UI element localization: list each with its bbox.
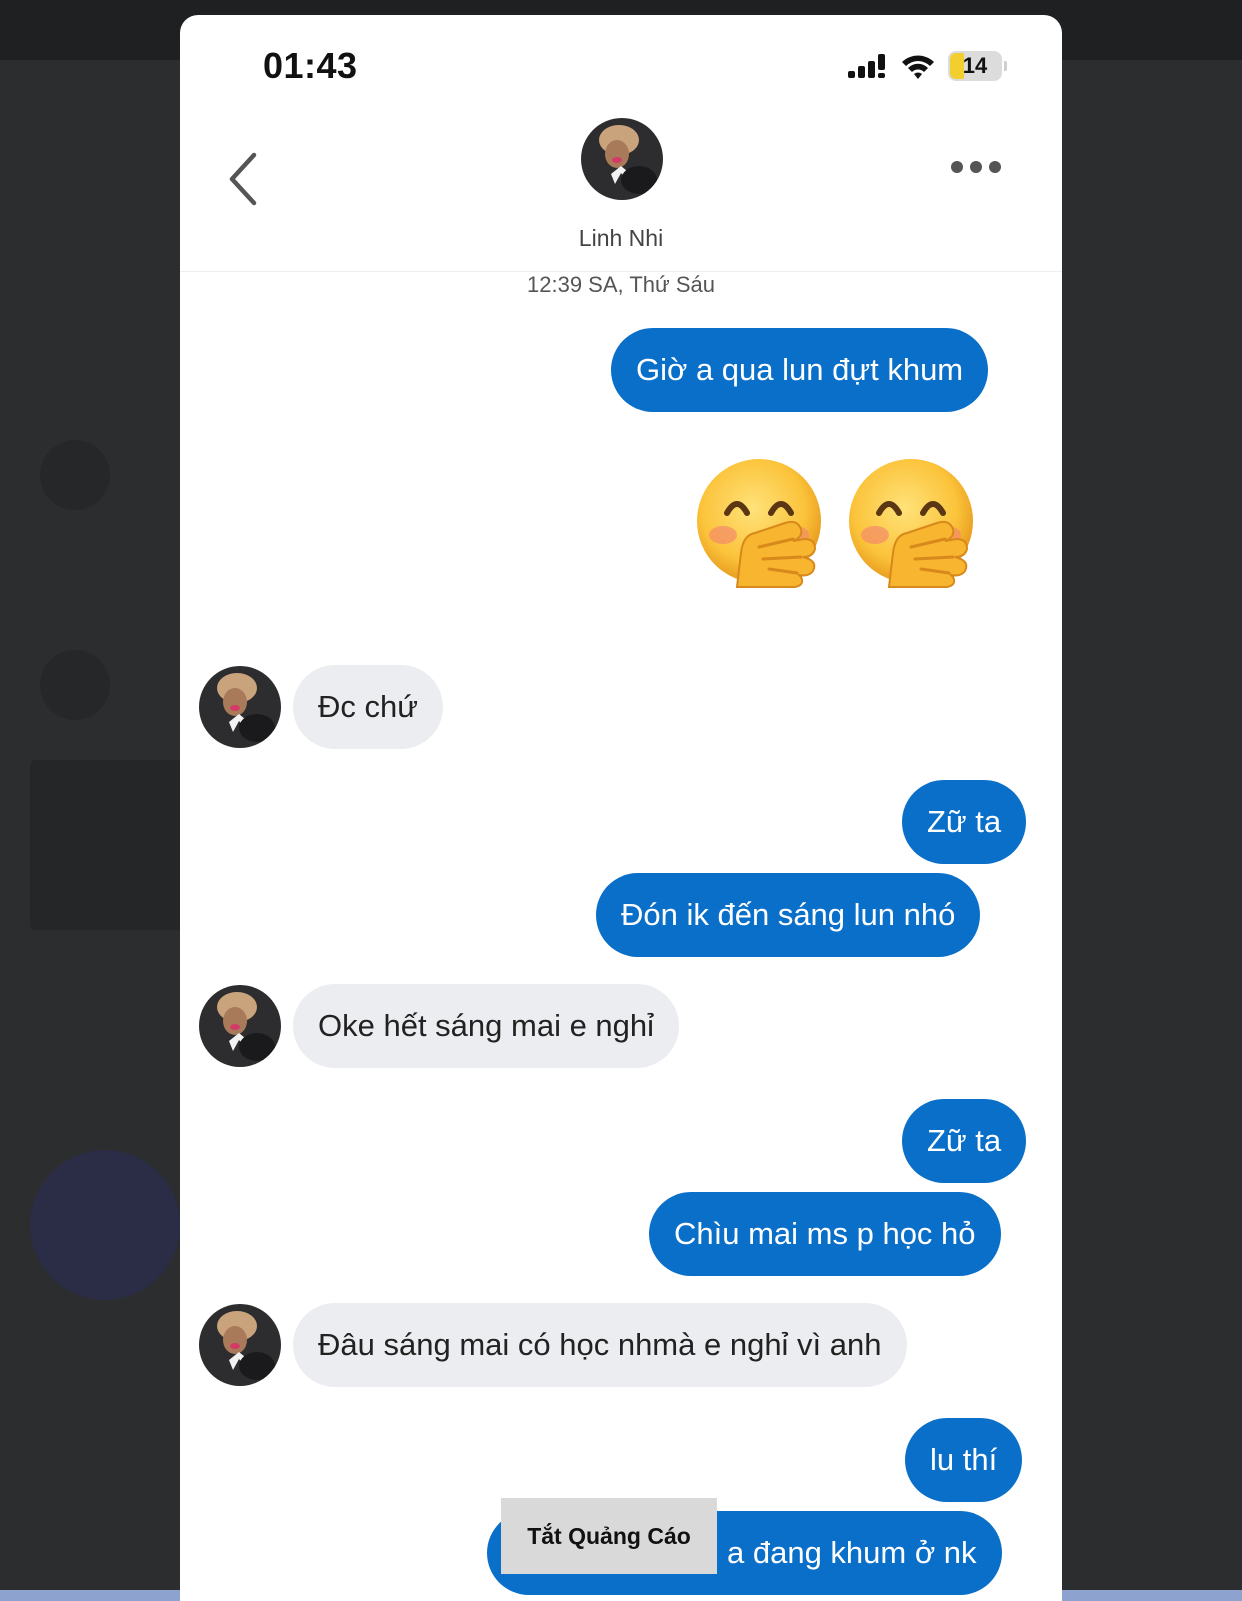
more-options-button[interactable] [948, 155, 1004, 179]
chat-header: Linh Nhi [180, 115, 1062, 272]
outgoing-message[interactable]: Zữ ta [902, 780, 1027, 864]
battery-nub [1004, 61, 1007, 71]
chevron-left-icon [229, 152, 257, 206]
avatar-image [199, 666, 281, 748]
avatar-image [581, 118, 663, 200]
battery-level: 14 [962, 53, 988, 78]
avatar-image [199, 1304, 281, 1386]
ellipsis-icon [951, 161, 1001, 173]
outgoing-message[interactable]: lu thí [905, 1418, 1023, 1502]
conversation-timestamp: 12:39 SA, Thứ Sáu [527, 272, 715, 297]
chat-screen: 01:43 14 Linh Nhi 12:39 SA, Thứ Sáu Giờ … [180, 15, 1062, 1601]
status-bar: 01:43 14 [180, 15, 1062, 115]
face-with-hand-over-mouth-emoji[interactable] [693, 457, 825, 589]
outgoing-message[interactable]: Chìu mai ms p học hỏ [649, 1192, 1001, 1276]
disable-ads-button[interactable]: Tắt Quảng Cáo [501, 1498, 717, 1574]
face-with-hand-over-mouth-emoji[interactable] [845, 457, 977, 589]
outgoing-message[interactable]: Zữ ta [902, 1099, 1027, 1183]
contact-name[interactable]: Linh Nhi [180, 225, 1062, 252]
contact-avatar[interactable] [581, 118, 663, 200]
wifi-icon [902, 55, 934, 79]
incoming-message[interactable]: Đâu sáng mai có học nhmà e nghỉ vì anh [293, 1303, 907, 1387]
contact-avatar[interactable] [199, 666, 281, 748]
cellular-signal-icon [848, 54, 885, 78]
contact-avatar[interactable] [199, 1304, 281, 1386]
background-blur-shape [40, 650, 110, 720]
battery-icon: 14 [948, 51, 1007, 81]
background-blur-shape [30, 1150, 180, 1300]
avatar-image [199, 985, 281, 1067]
incoming-message[interactable]: Oke hết sáng mai e nghỉ [293, 984, 680, 1068]
outgoing-message[interactable]: Giờ a qua lun đựt khum [611, 328, 989, 412]
incoming-message[interactable]: Đc chứ [293, 665, 443, 749]
contact-avatar[interactable] [199, 985, 281, 1067]
background-blur-shape [40, 440, 110, 510]
back-button[interactable] [224, 151, 264, 207]
outgoing-message[interactable]: Đón ik đến sáng lun nhó [596, 873, 981, 957]
background-blur-shape [30, 760, 190, 930]
status-time: 01:43 [263, 45, 358, 86]
